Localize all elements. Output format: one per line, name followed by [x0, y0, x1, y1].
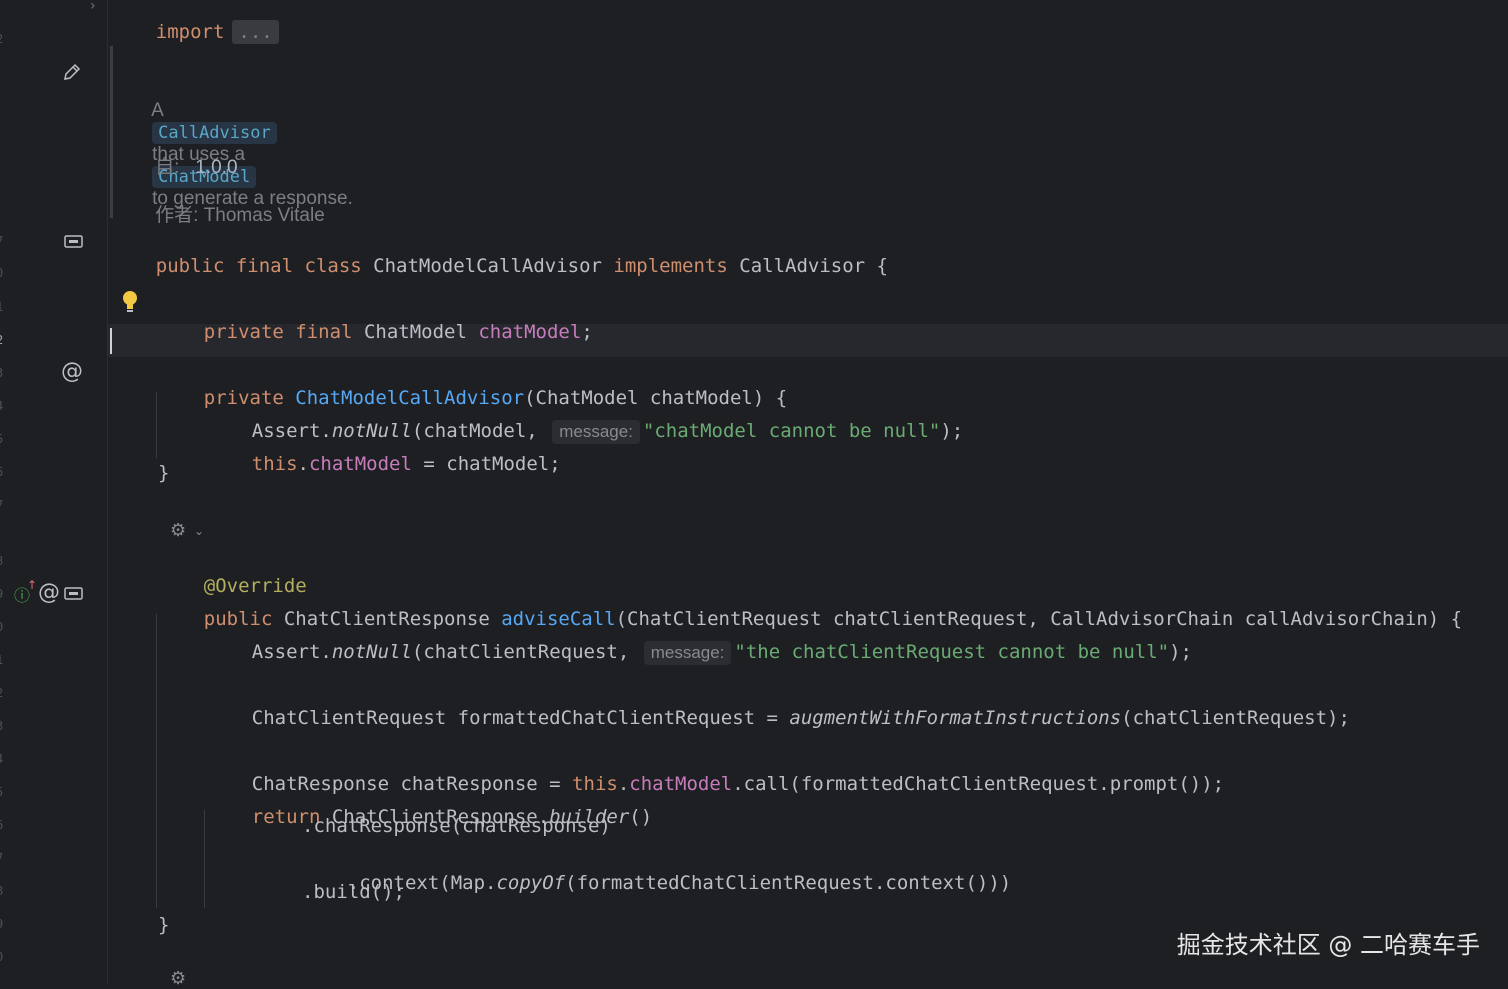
override-arrow-icon: ↑: [27, 578, 38, 592]
string-literal: "chatModel cannot be null": [642, 420, 941, 442]
doc-text: A: [151, 100, 164, 121]
indent-guide: [156, 614, 157, 908]
formatted-request-line: ChatClientRequest formattedChatClientReq…: [206, 682, 1350, 754]
text-caret: [110, 328, 112, 354]
line-number: 9: [0, 917, 6, 931]
line-number: 7: [0, 851, 6, 865]
line-end: );: [1169, 641, 1192, 663]
chain-line: .build();: [302, 881, 405, 903]
at-sign-icon[interactable]: @: [61, 359, 83, 384]
keyword: class: [304, 255, 362, 277]
code-editor[interactable]: import... A CallAdvisor that uses a Chat…: [108, 0, 1508, 989]
line-number: 8: [0, 554, 6, 568]
line-number-current: 2: [0, 333, 6, 347]
assign-line: this.chatModel = chatModel;: [206, 428, 561, 500]
call-rest: .call(formattedChatClientRequest.prompt(…: [732, 773, 1225, 795]
line-number: 3: [0, 719, 6, 733]
field-name: chatModel: [478, 321, 582, 343]
args: (formattedChatClientRequest.context())): [565, 872, 1012, 894]
line-number: 2: [0, 32, 6, 46]
assert-line: Assert.notNull(chatClientRequest, messag…: [206, 616, 1192, 689]
args: (chatClientRequest);: [1121, 707, 1350, 729]
implemented-icon[interactable]: [64, 586, 84, 602]
line-number: 1: [0, 300, 6, 314]
keyword: implements: [613, 255, 728, 277]
parens: (): [629, 806, 653, 828]
at-sign-icon[interactable]: @: [38, 580, 60, 605]
class-ref: Assert.: [251, 641, 332, 663]
field-declaration: private final ChatModel chatModel;: [158, 296, 593, 368]
javadoc-bar: [110, 46, 113, 218]
line-number: 0: [0, 620, 6, 634]
author-value: Thomas Vitale: [203, 205, 325, 226]
gutter: 2 7 0 1 2 3 4 5 6 7 8 9 0 1 2 3 4 5 6 7 …: [0, 0, 108, 984]
line-number: 7: [0, 234, 6, 248]
chain-line: .context(Map.copyOf(formattedChatClientR…: [302, 847, 1011, 919]
close-brace: }: [158, 914, 170, 936]
line-number: 4: [0, 752, 6, 766]
line-number: 5: [0, 432, 6, 446]
class-declaration: public final class ChatModelCallAdvisor …: [110, 230, 888, 302]
line-number: 3: [0, 366, 6, 380]
dot: .: [297, 453, 309, 475]
interface-name: CallAdvisor {: [739, 255, 888, 277]
line-number: 5: [0, 785, 6, 799]
param-hint: message:: [552, 420, 640, 444]
since-label: 自:: [155, 157, 180, 178]
line-number: 1: [0, 653, 6, 667]
keyword: public: [155, 255, 225, 277]
line-end: );: [940, 420, 964, 442]
declaration: ChatClientRequest formattedChatClientReq…: [251, 707, 790, 729]
args: (chatClientRequest,: [411, 641, 630, 663]
gear-icon[interactable]: ⚙: [170, 968, 186, 989]
class-name: ChatModelCallAdvisor: [373, 255, 602, 277]
line-number: 8: [0, 884, 6, 898]
line-number: 7: [0, 498, 6, 512]
import-line: import...: [110, 0, 279, 68]
import-keyword: import: [155, 21, 225, 43]
keyword: this: [251, 453, 298, 475]
watermark: 掘金技术社区 @ 二哈赛车手: [1176, 931, 1480, 959]
param-hint: message:: [643, 641, 732, 665]
author-label: 作者:: [155, 205, 199, 226]
line-number: 0: [0, 950, 6, 964]
pencil-icon[interactable]: [62, 62, 82, 82]
line-number: 6: [0, 818, 6, 832]
string-literal: "the chatClientRequest cannot be null": [734, 641, 1170, 663]
keyword: final: [235, 255, 294, 277]
method-name: notNull: [331, 641, 412, 663]
chain-line: .chatResponse(chatResponse): [302, 815, 611, 837]
method-name: copyOf: [496, 872, 566, 894]
method-name: augmentWithFormatInstructions: [789, 707, 1122, 729]
line-number: 4: [0, 399, 6, 413]
line-number: 6: [0, 465, 6, 479]
indent-guide: [156, 392, 157, 458]
field-name: chatModel: [308, 453, 412, 475]
indent-guide: [204, 810, 205, 908]
folded-imports[interactable]: ...: [232, 20, 279, 44]
line-number: 0: [0, 266, 6, 280]
bulb-icon[interactable]: [121, 290, 139, 314]
since-value: 1.0.0: [195, 157, 238, 178]
implemented-icon[interactable]: [64, 234, 84, 250]
keyword: final: [295, 321, 353, 343]
gear-icon[interactable]: ⚙: [170, 520, 186, 541]
close-brace: }: [158, 462, 170, 484]
chevron-down-icon[interactable]: ⌄: [194, 524, 204, 538]
line-number: 9: [0, 587, 6, 601]
type-name: ChatModel: [363, 321, 467, 343]
semicolon: ;: [581, 321, 593, 343]
fold-chevron-icon[interactable]: ›: [90, 0, 96, 14]
assign-rest: = chatModel;: [411, 453, 561, 475]
keyword: private: [203, 321, 284, 343]
line-number: 2: [0, 686, 6, 700]
